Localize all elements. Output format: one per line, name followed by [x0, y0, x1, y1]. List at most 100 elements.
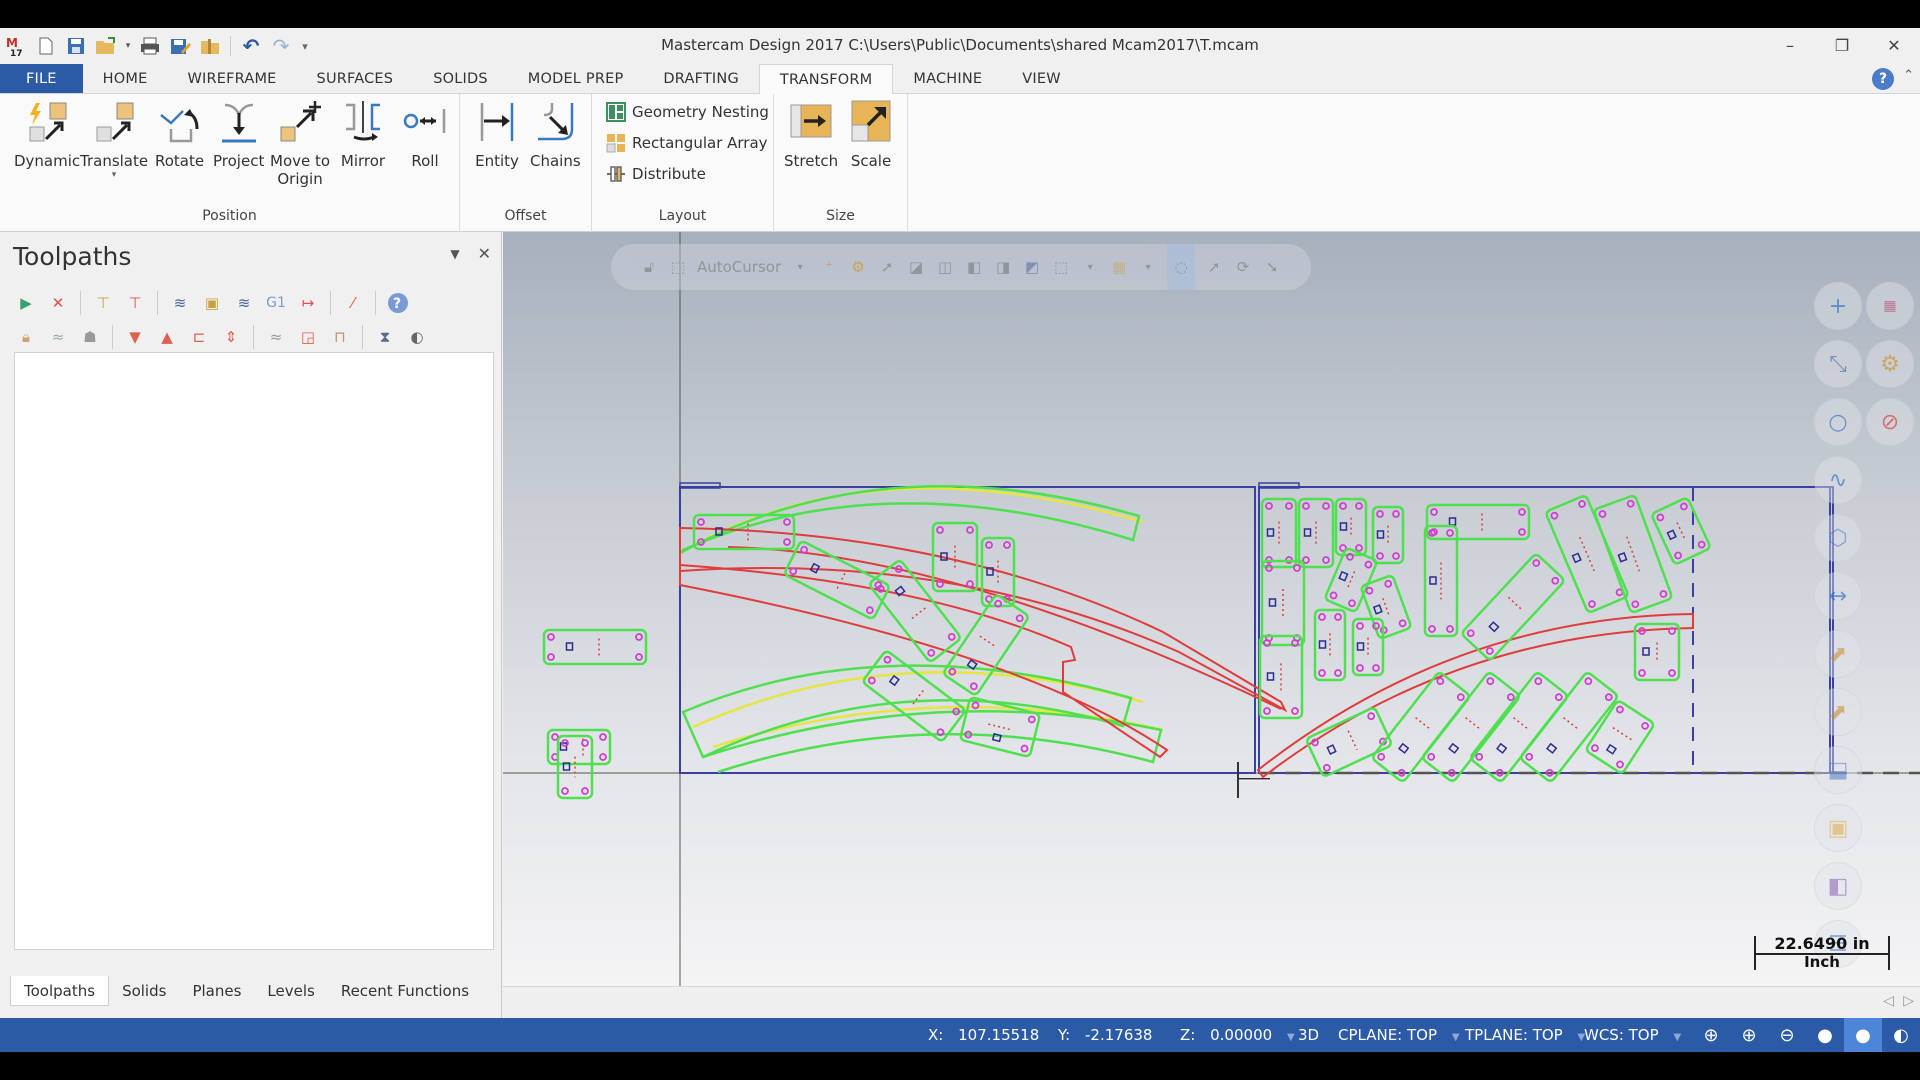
- nested-part-24[interactable]: [1545, 495, 1629, 613]
- nested-part-17[interactable]: [1258, 634, 1304, 720]
- tab-model-prep[interactable]: MODEL PREP: [508, 64, 644, 93]
- box-icon[interactable]: ▣: [1814, 804, 1862, 852]
- tab-home[interactable]: HOME: [83, 64, 168, 93]
- translate-view-icon[interactable]: ⬈: [1814, 630, 1862, 678]
- scale-button[interactable]: Scale: [848, 98, 894, 170]
- select-wireframe-icon[interactable]: ◪: [906, 257, 926, 277]
- scroll-right-icon[interactable]: ▷: [1903, 993, 1914, 1009]
- regenerate-dirty-icon[interactable]: ⊤: [123, 291, 147, 315]
- select-all-operations-icon[interactable]: ▶: [14, 291, 38, 315]
- window-dropdown-icon[interactable]: ▾: [1138, 257, 1158, 277]
- tab-transform[interactable]: TRANSFORM: [758, 64, 894, 94]
- geometry-nesting-button[interactable]: Geometry Nesting: [606, 102, 769, 122]
- settings-gear-icon[interactable]: ⚙: [1866, 340, 1914, 388]
- deselect-all-icon[interactable]: ✕: [46, 291, 70, 315]
- distribute-button[interactable]: Distribute: [606, 164, 706, 184]
- wireframe-cube-icon[interactable]: ⬡: [1814, 514, 1862, 562]
- hidden-lines-removed-icon[interactable]: ⊖: [1768, 1018, 1806, 1052]
- x-coordinate[interactable]: X: 107.15518: [928, 1026, 1039, 1044]
- select-color-icon[interactable]: ◩: [1022, 257, 1042, 277]
- wireframe-globe-icon[interactable]: ⊕: [1692, 1018, 1730, 1052]
- shaded-with-edges-icon[interactable]: ●: [1844, 1018, 1882, 1052]
- nested-part-20[interactable]: [1313, 608, 1347, 682]
- translate-button[interactable]: Translate ▾: [80, 98, 148, 180]
- nested-part-10[interactable]: [556, 734, 594, 800]
- nested-part-21[interactable]: [1351, 617, 1385, 677]
- delete-operations-icon[interactable]: ⁄: [341, 291, 365, 315]
- window-select-icon[interactable]: ▦: [1109, 257, 1129, 277]
- display-tool-icon[interactable]: ⊓: [328, 325, 352, 349]
- nested-part-15[interactable]: [1425, 503, 1531, 541]
- close-button[interactable]: ✕: [1868, 28, 1920, 62]
- nested-part-6[interactable]: [943, 594, 1030, 696]
- color-palette-icon[interactable]: ▦: [1866, 282, 1914, 330]
- select-solid-icon[interactable]: ◫: [935, 257, 955, 277]
- dynamic-button[interactable]: Dynamic: [14, 98, 80, 170]
- stretch-button[interactable]: Stretch: [784, 98, 838, 170]
- nested-part-31[interactable]: [1469, 671, 1568, 782]
- cplane-selector[interactable]: CPLANE: TOP ▼: [1338, 1026, 1460, 1044]
- gear-icon[interactable]: ⚙: [848, 257, 868, 277]
- collapse-ribbon-icon[interactable]: ⌃: [1903, 68, 1914, 83]
- tab-drafting[interactable]: DRAFTING: [643, 64, 758, 93]
- minimize-button[interactable]: –: [1764, 28, 1816, 62]
- shaded-icon[interactable]: ●: [1806, 1018, 1844, 1052]
- autocursor-select-icon[interactable]: ⬚: [668, 257, 688, 277]
- wcs-selector[interactable]: WCS: TOP ▼: [1584, 1026, 1681, 1044]
- nested-part-27[interactable]: [1633, 622, 1681, 682]
- manager-tab-recent-functions[interactable]: Recent Functions: [328, 976, 482, 1006]
- restore-button[interactable]: ❐: [1816, 28, 1868, 62]
- nested-part-22[interactable]: [1423, 524, 1459, 638]
- select-body-icon[interactable]: ◨: [993, 257, 1013, 277]
- nested-part-28[interactable]: [1306, 707, 1393, 777]
- nested-part-32[interactable]: [1519, 671, 1618, 782]
- verify-icon[interactable]: ▣: [200, 291, 224, 315]
- tab-surfaces[interactable]: SURFACES: [297, 64, 414, 93]
- cplane-dropdown-icon[interactable]: ▼: [1452, 1032, 1460, 1043]
- panel-menu-icon[interactable]: ▼: [450, 247, 459, 263]
- move-to-origin-button[interactable]: Move to Origin: [270, 98, 330, 188]
- add-point-icon[interactable]: +: [1814, 282, 1862, 330]
- highlight-options-icon[interactable]: ◐: [405, 325, 429, 349]
- mirror-button[interactable]: Mirror: [340, 98, 386, 170]
- layer-icon[interactable]: ⬓: [1814, 746, 1862, 794]
- z-dropdown-icon[interactable]: ▼: [1287, 1032, 1295, 1043]
- clear-colors-icon[interactable]: ⊘: [1866, 398, 1914, 446]
- point-entry-icon[interactable]: ⁺: [819, 257, 839, 277]
- graphics-viewport[interactable]: 🔓︎ ⬚ AutoCursor ▾ ⁺ ⚙ ➚ ◪ ◫ ◧ ◨ ◩ ⬚ ▾ ▦ …: [503, 232, 1920, 986]
- translate-dropdown-icon[interactable]: ▾: [112, 170, 117, 180]
- toggle-posting-icon[interactable]: ☗: [78, 325, 102, 349]
- manager-tab-solids[interactable]: Solids: [109, 976, 179, 1006]
- group-icon[interactable]: ◧: [1814, 862, 1862, 910]
- help-icon[interactable]: ?: [386, 291, 410, 315]
- nested-part-26[interactable]: [1651, 497, 1711, 565]
- selection-mode-icon[interactable]: ⬚: [1051, 257, 1071, 277]
- offset-entity-button[interactable]: Entity: [474, 98, 520, 170]
- high-feed-icon[interactable]: ↦: [296, 291, 320, 315]
- scroll-icon[interactable]: ⇕: [219, 325, 243, 349]
- end-selection-icon[interactable]: ➘: [1262, 257, 1282, 277]
- nested-part-33[interactable]: [1585, 700, 1655, 774]
- manager-tab-toolpaths[interactable]: Toolpaths: [10, 976, 110, 1006]
- nested-part-16[interactable]: [1260, 559, 1306, 647]
- roll-button[interactable]: Roll: [402, 98, 448, 170]
- help-icon[interactable]: ?: [1872, 68, 1894, 90]
- verify-select-icon[interactable]: ➚: [1204, 257, 1224, 277]
- tplane-selector[interactable]: TPLANE: TOP ▼: [1465, 1026, 1585, 1044]
- vector-select-icon[interactable]: ◌: [1167, 244, 1196, 290]
- only-display-selected-icon[interactable]: ≈: [264, 325, 288, 349]
- nested-part-14[interactable]: [1371, 505, 1405, 565]
- project-button[interactable]: Project: [213, 98, 264, 170]
- rotate-button[interactable]: Rotate: [155, 98, 204, 170]
- manager-tab-levels[interactable]: Levels: [254, 976, 327, 1006]
- scroll-left-icon[interactable]: ◁: [1883, 993, 1894, 1009]
- display-associated-geometry-icon[interactable]: ◲: [296, 325, 320, 349]
- post-selected-g1-icon[interactable]: G1: [264, 291, 288, 315]
- pointer-icon[interactable]: ➚: [877, 257, 897, 277]
- nested-part-13[interactable]: [1334, 497, 1368, 557]
- clear-selection-icon[interactable]: ⟳: [1233, 257, 1253, 277]
- selection-dropdown-icon[interactable]: ▾: [1080, 257, 1100, 277]
- simulate-icon[interactable]: ≋: [232, 291, 256, 315]
- toolpath-operations-list[interactable]: [14, 352, 494, 950]
- mode-3d-toggle[interactable]: 3D: [1298, 1026, 1319, 1044]
